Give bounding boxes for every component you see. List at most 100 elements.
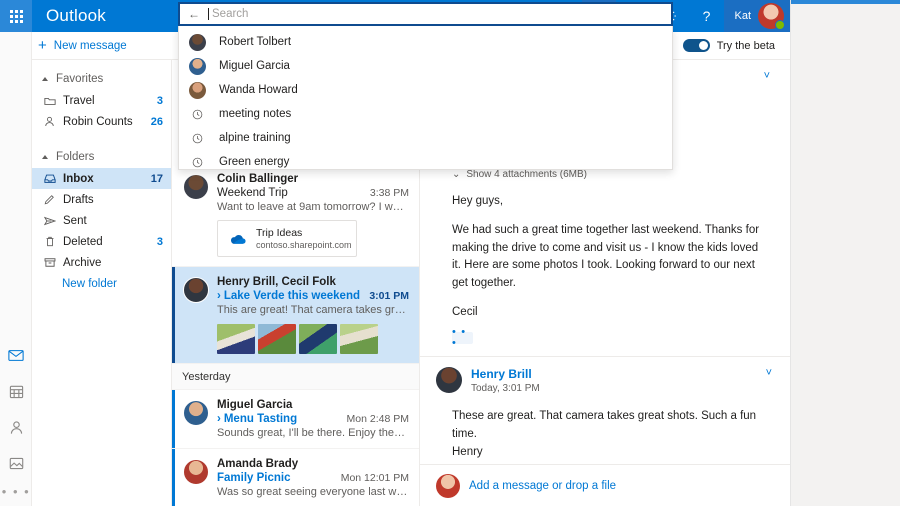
sidebar-item-label: Inbox xyxy=(63,173,144,185)
search-suggestions[interactable]: Robert Tolbert Miguel Garcia Wanda Howar… xyxy=(178,26,673,170)
clock-icon xyxy=(189,133,206,144)
thumbnail[interactable] xyxy=(340,324,378,354)
message-subject-row: Family Picnic Mon 12:01 PM xyxy=(217,472,409,484)
rail-more-button[interactable]: • • • xyxy=(2,484,30,502)
chevron-down-icon[interactable]: ˅ xyxy=(764,70,770,82)
message-time: Mon 2:48 PM xyxy=(347,413,409,425)
more-actions-button[interactable]: • • • xyxy=(452,332,473,344)
chevron-down-icon[interactable]: ˅ xyxy=(766,367,772,379)
help-icon[interactable]: ? xyxy=(688,0,724,32)
message-subject-row: Weekend Trip 3:38 PM xyxy=(217,187,409,199)
search-box[interactable]: ← Search xyxy=(178,2,673,26)
account-name: Kat xyxy=(734,10,751,22)
mail-icon[interactable] xyxy=(1,340,31,370)
sidebar-item-drafts[interactable]: Drafts xyxy=(32,189,171,210)
sidebar-item-label: Sent xyxy=(63,215,156,227)
app-launcher-button[interactable] xyxy=(0,0,32,32)
sidebar-item-inbox[interactable]: Inbox 17 xyxy=(32,168,171,189)
message-sender: Amanda Brady xyxy=(217,458,409,470)
app-title: Outlook xyxy=(32,6,106,26)
avatar xyxy=(183,400,209,426)
thumbnail[interactable] xyxy=(299,324,337,354)
photo-icon[interactable] xyxy=(1,448,31,478)
reply-meta: Henry Brill Today, 3:01 PM xyxy=(471,367,540,394)
compose-bar[interactable]: Add a message or drop a file xyxy=(420,464,790,506)
toggle-switch[interactable] xyxy=(683,39,710,52)
suggestion-label: meeting notes xyxy=(219,108,291,120)
calendar-icon[interactable] xyxy=(1,376,31,406)
waffle-icon xyxy=(10,10,23,23)
list-item[interactable]: Wanda Howard xyxy=(179,78,672,102)
back-arrow-icon[interactable]: ← xyxy=(188,8,200,20)
suggestion-label: Green energy xyxy=(219,156,289,168)
unread-count: 17 xyxy=(151,173,163,185)
sidebar-item-sent[interactable]: Sent xyxy=(32,210,171,231)
chevron-up-icon xyxy=(42,77,48,81)
table-row[interactable]: Colin Ballinger Weekend Trip 3:38 PM Wan… xyxy=(172,164,419,267)
thread-expand-icon[interactable]: › xyxy=(217,290,221,302)
gutter-accent-bar xyxy=(791,0,900,4)
app-rail: • • • xyxy=(0,32,32,506)
attachment-card[interactable]: Trip Ideas contoso.sharepoint.com xyxy=(217,220,357,257)
message-time: 3:01 PM xyxy=(369,290,409,302)
trash-icon xyxy=(43,236,56,247)
table-row[interactable]: Miguel Garcia ›Menu Tasting Mon 2:48 PM … xyxy=(172,390,419,449)
new-folder-button[interactable]: New folder xyxy=(32,273,171,295)
folder-sidebar: Favorites Travel 3 Robin Counts 26 Folde… xyxy=(32,60,172,506)
sidebar-item-label: Travel xyxy=(63,95,150,107)
sidebar-item-label: Deleted xyxy=(63,236,150,248)
list-item[interactable]: meeting notes xyxy=(179,102,672,126)
clock-icon xyxy=(189,157,206,168)
person-icon[interactable] xyxy=(1,412,31,442)
message-subject-row: ›Lake Verde this weekend 3:01 PM xyxy=(217,290,409,302)
reply-author[interactable]: Henry Brill xyxy=(471,367,540,381)
avatar xyxy=(436,367,462,393)
message-body: Henry Brill, Cecil Folk ›Lake Verde this… xyxy=(217,276,409,354)
onedrive-icon xyxy=(228,232,247,245)
thread-expand-icon[interactable]: › xyxy=(217,413,221,425)
inbox-icon xyxy=(43,173,56,184)
sidebar-item-robin-counts[interactable]: Robin Counts 26 xyxy=(32,111,171,132)
table-row[interactable]: Henry Brill, Cecil Folk ›Lake Verde this… xyxy=(172,267,419,364)
sidebar-item-archive[interactable]: Archive xyxy=(32,252,171,273)
message-subject: Family Picnic xyxy=(217,472,337,484)
new-message-label: New message xyxy=(54,40,127,52)
reply-timestamp: Today, 3:01 PM xyxy=(471,383,540,394)
message-subject: ›Lake Verde this weekend xyxy=(217,290,365,302)
compose-placeholder[interactable]: Add a message or drop a file xyxy=(469,480,616,492)
beta-toggle[interactable]: Try the beta xyxy=(683,32,790,60)
list-item[interactable]: Miguel Garcia xyxy=(179,54,672,78)
list-item[interactable]: Green energy xyxy=(179,150,672,174)
message-sender: Miguel Garcia xyxy=(217,399,409,411)
reply-header: Henry Brill Today, 3:01 PM ˅ xyxy=(420,357,790,394)
avatar xyxy=(183,459,209,485)
new-message-button[interactable]: + New message xyxy=(34,38,127,53)
person-icon xyxy=(43,116,56,127)
table-row[interactable]: Amanda Brady Family Picnic Mon 12:01 PM … xyxy=(172,449,419,506)
list-item[interactable]: Robert Tolbert xyxy=(179,30,672,54)
sidebar-item-label: Robin Counts xyxy=(63,116,144,128)
suggestion-label: Miguel Garcia xyxy=(219,60,290,72)
toggle-knob xyxy=(699,41,708,50)
message-time: Mon 12:01 PM xyxy=(341,472,409,484)
search-input[interactable]: Search xyxy=(212,8,248,20)
avatar xyxy=(189,58,206,75)
reply-body-line2: Henry xyxy=(420,444,790,462)
beta-toggle-label: Try the beta xyxy=(717,40,775,52)
sidebar-item-label: Archive xyxy=(63,257,156,269)
thumbnail[interactable] xyxy=(217,324,255,354)
sidebar-item-travel[interactable]: Travel 3 xyxy=(32,90,171,111)
folders-header[interactable]: Folders xyxy=(32,146,171,168)
archive-icon xyxy=(43,257,56,268)
message-time: 3:38 PM xyxy=(370,187,409,199)
message-preview: Want to leave at 9am tomorrow? I wa… xyxy=(217,201,409,213)
reply-body-line1: These are great. That camera takes great… xyxy=(420,394,790,444)
account-button[interactable]: Kat xyxy=(724,0,790,32)
send-icon xyxy=(43,216,56,226)
folders-label: Folders xyxy=(56,151,94,163)
favorites-header[interactable]: Favorites xyxy=(32,68,171,90)
list-item[interactable]: alpine training xyxy=(179,126,672,150)
sidebar-item-label: Drafts xyxy=(63,194,156,206)
sidebar-item-deleted[interactable]: Deleted 3 xyxy=(32,231,171,252)
thumbnail[interactable] xyxy=(258,324,296,354)
